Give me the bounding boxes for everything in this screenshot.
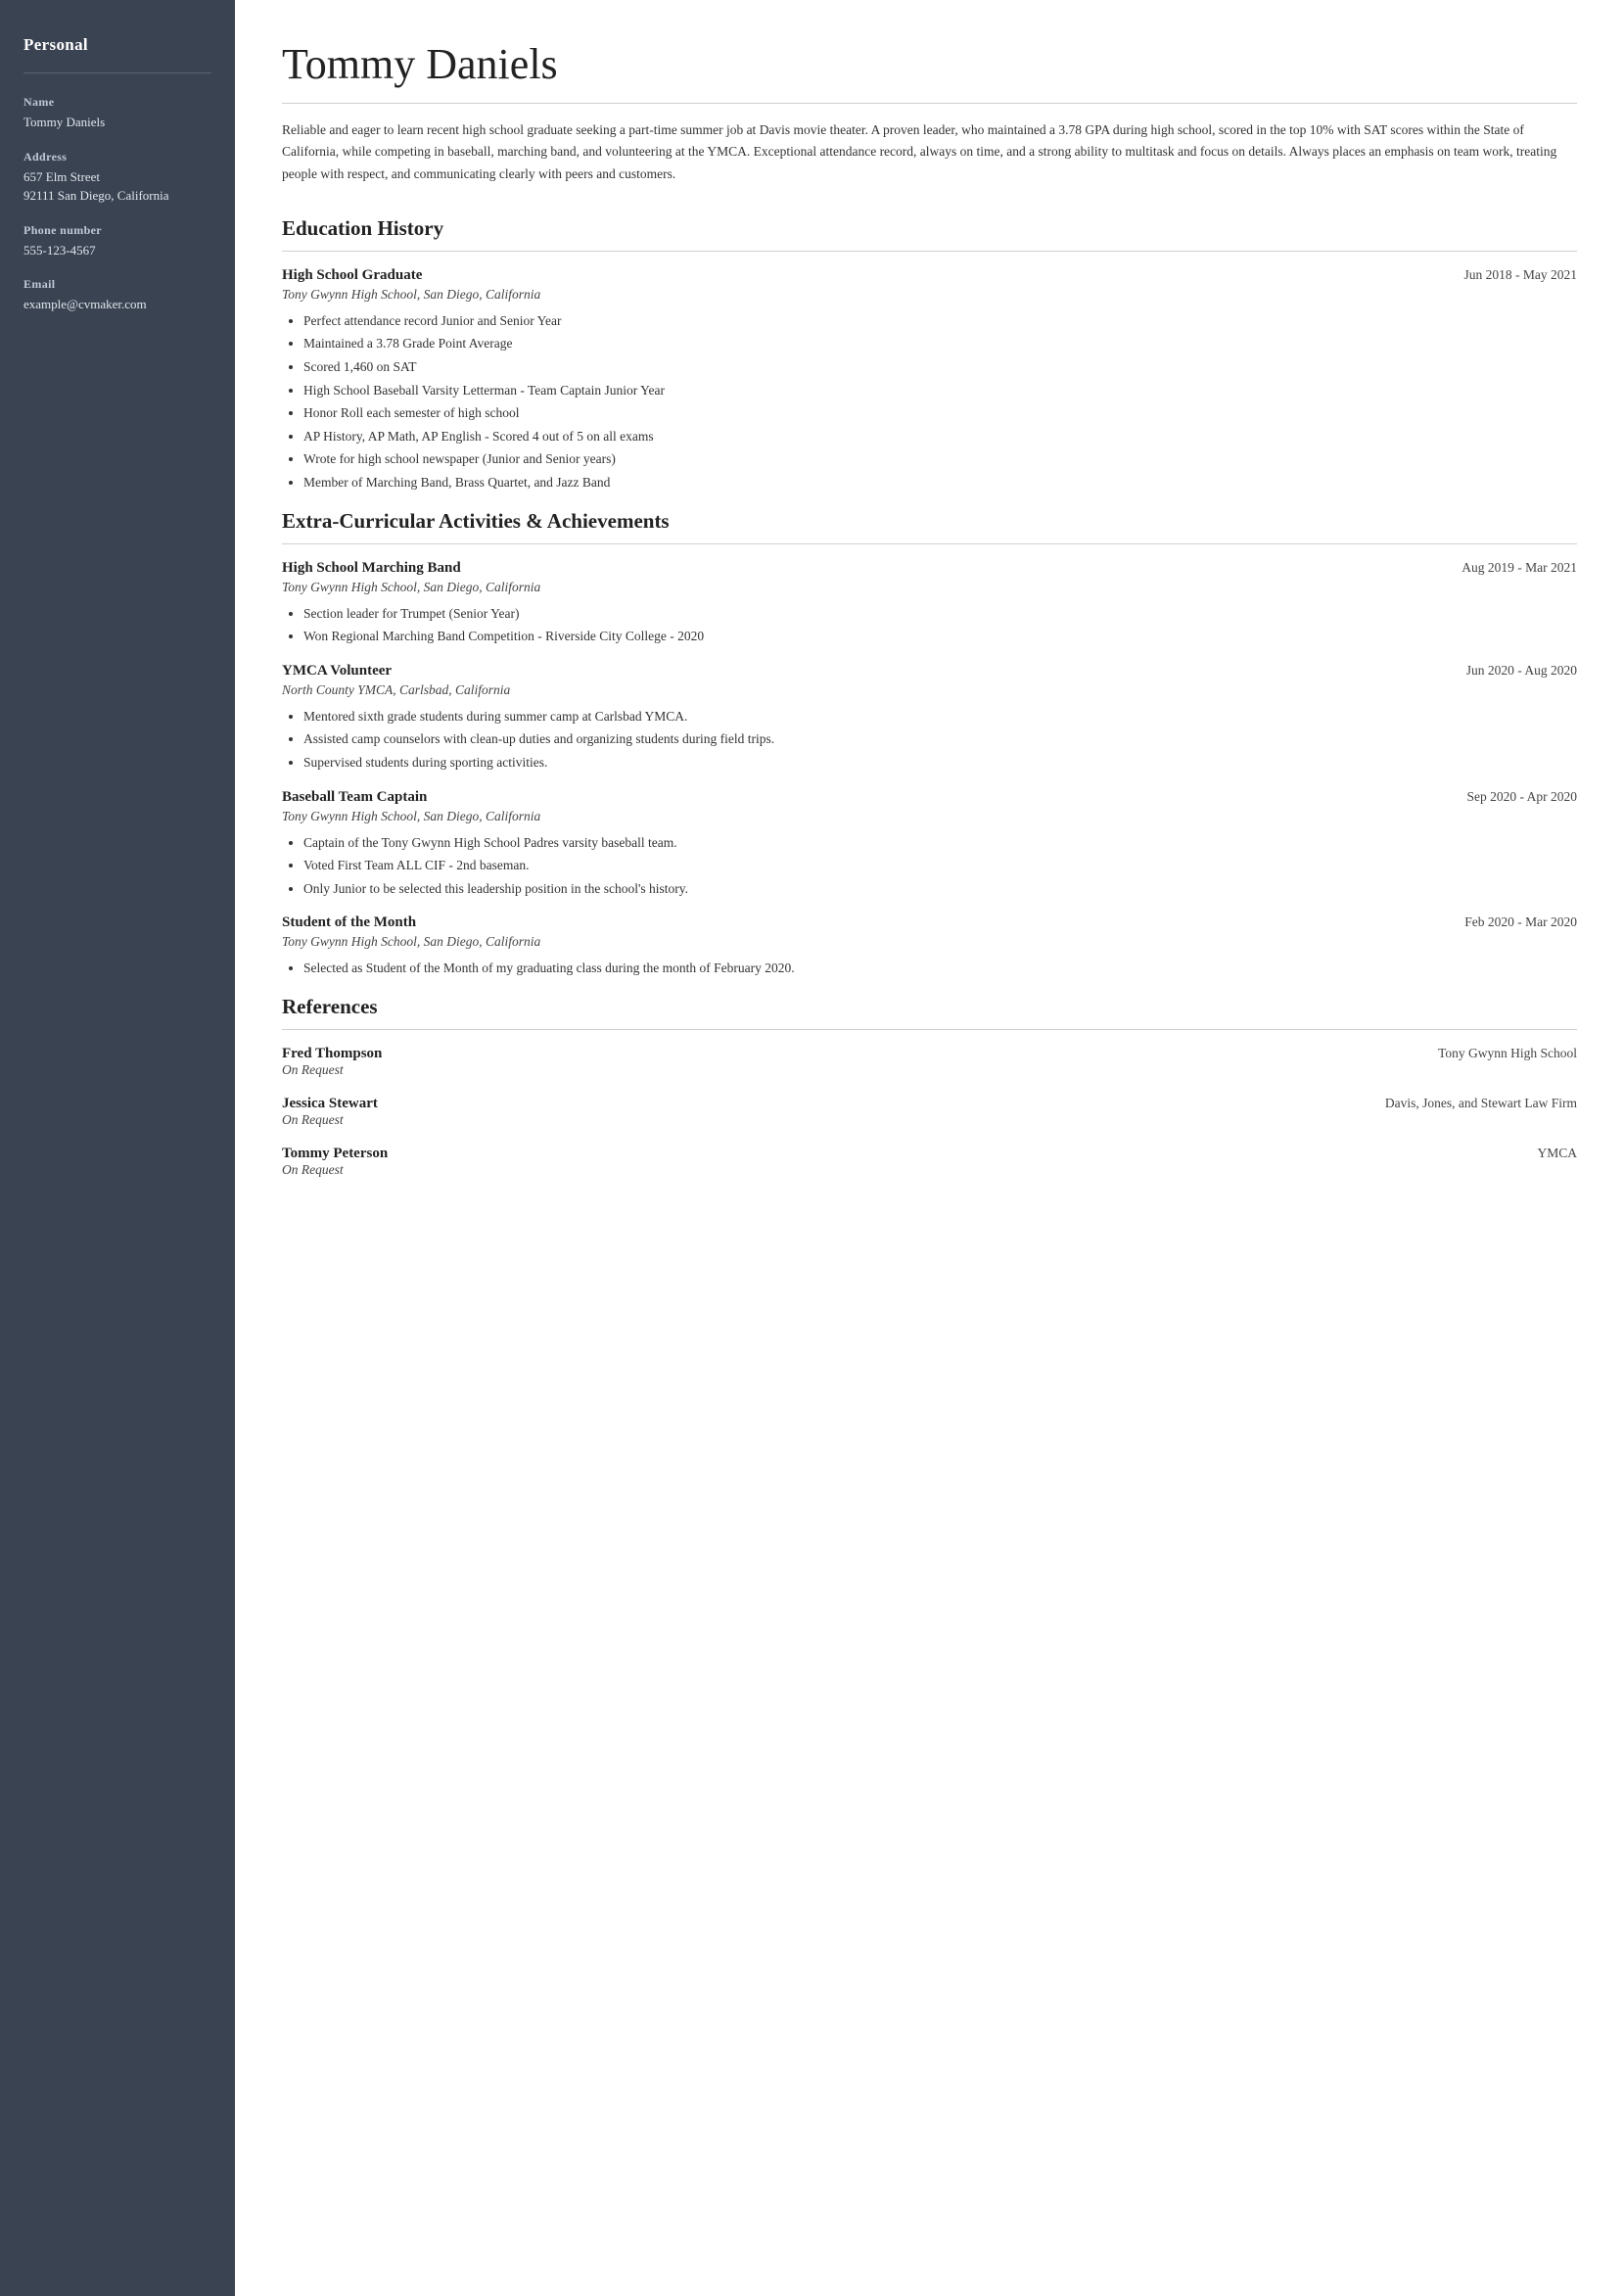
- activity-date-0: Aug 2019 - Mar 2021: [1462, 560, 1577, 576]
- activity-entry-1: YMCA Volunteer Jun 2020 - Aug 2020 North C…: [282, 663, 1577, 773]
- activity-bullets-2: Captain of the Tony Gwynn High School Pa…: [282, 832, 1577, 900]
- main-content: Tommy Daniels Reliable and eager to lear…: [235, 0, 1624, 2296]
- sidebar-label-2: Phone number: [23, 223, 211, 238]
- activity-bullet-2-1: Voted First Team ALL CIF - 2nd baseman.: [303, 855, 1577, 876]
- activity-date-1: Jun 2020 - Aug 2020: [1466, 663, 1577, 679]
- activity-bullets-3: Selected as Student of the Month of my g…: [282, 958, 1577, 979]
- activity-subtitle-2: Tony Gwynn High School, San Diego, Calif…: [282, 809, 1577, 824]
- sidebar-section-title: Personal: [23, 35, 211, 55]
- reference-name-0: Fred Thompson: [282, 1046, 382, 1062]
- education-bullets-0: Perfect attendance record Junior and Sen…: [282, 310, 1577, 493]
- activity-bullet-1-2: Supervised students during sporting acti…: [303, 752, 1577, 773]
- resume-name: Tommy Daniels: [282, 39, 1577, 89]
- sidebar-value-1: 657 Elm Street 92111 San Diego, Californ…: [23, 167, 211, 206]
- activity-subtitle-1: North County YMCA, Carlsbad, California: [282, 682, 1577, 698]
- reference-name-2: Tommy Peterson: [282, 1146, 388, 1162]
- education-bullet-0-1: Maintained a 3.78 Grade Point Average: [303, 333, 1577, 354]
- education-container: High School Graduate Jun 2018 - May 2021 T…: [282, 267, 1577, 493]
- activity-bullet-0-1: Won Regional Marching Band Competition -…: [303, 626, 1577, 647]
- references-container: Fred ThompsonOn RequestTony Gwynn High S…: [282, 1046, 1577, 1178]
- education-bullet-0-4: Honor Roll each semester of high school: [303, 402, 1577, 424]
- name-divider: [282, 103, 1577, 104]
- reference-entry-0: Fred ThompsonOn Request Tony Gwynn High S…: [282, 1046, 1577, 1078]
- sidebar-value-3: example@cvmaker.com: [23, 295, 211, 314]
- activity-title-3: Student of the Month: [282, 914, 416, 931]
- activity-title-0: High School Marching Band: [282, 560, 461, 577]
- reference-availability-0: On Request: [282, 1062, 382, 1078]
- activity-date-3: Feb 2020 - Mar 2020: [1464, 914, 1577, 930]
- education-entry-0: High School Graduate Jun 2018 - May 2021 T…: [282, 267, 1577, 493]
- reference-org-2: YMCA: [1537, 1146, 1577, 1161]
- reference-left-1: Jessica StewartOn Request: [282, 1096, 378, 1128]
- references-divider: [282, 1029, 1577, 1030]
- summary-text: Reliable and eager to learn recent high …: [282, 119, 1577, 185]
- reference-entry-1: Jessica StewartOn Request Davis, Jones, a…: [282, 1096, 1577, 1128]
- sidebar-divider: [23, 72, 211, 73]
- activities-container: High School Marching Band Aug 2019 - Mar …: [282, 560, 1577, 979]
- activity-title-2: Baseball Team Captain: [282, 789, 427, 806]
- education-subtitle-0: Tony Gwynn High School, San Diego, Calif…: [282, 287, 1577, 303]
- reference-left-0: Fred ThompsonOn Request: [282, 1046, 382, 1078]
- activity-date-2: Sep 2020 - Apr 2020: [1467, 789, 1578, 805]
- reference-org-0: Tony Gwynn High School: [1438, 1046, 1577, 1061]
- activity-subtitle-3: Tony Gwynn High School, San Diego, Calif…: [282, 934, 1577, 950]
- education-bullet-0-5: AP History, AP Math, AP English - Scored…: [303, 426, 1577, 447]
- activity-bullet-2-0: Captain of the Tony Gwynn High School Pa…: [303, 832, 1577, 854]
- reference-availability-2: On Request: [282, 1162, 388, 1178]
- activity-subtitle-0: Tony Gwynn High School, San Diego, Calif…: [282, 580, 1577, 595]
- sidebar-label-0: Name: [23, 95, 211, 110]
- education-date-0: Jun 2018 - May 2021: [1464, 267, 1578, 283]
- activity-bullet-1-1: Assisted camp counselors with clean-up d…: [303, 728, 1577, 750]
- activity-entry-2: Baseball Team Captain Sep 2020 - Apr 2020…: [282, 789, 1577, 900]
- activity-entry-0: High School Marching Band Aug 2019 - Mar …: [282, 560, 1577, 647]
- reference-entry-2: Tommy PetersonOn Request YMCA: [282, 1146, 1577, 1178]
- sidebar: Personal Name Tommy Daniels Address 657 Elm…: [0, 0, 235, 2296]
- education-section-title: Education History: [282, 216, 1577, 241]
- references-section-title: References: [282, 995, 1577, 1019]
- extracurricular-section-title: Extra-Curricular Activities & Achievemen…: [282, 509, 1577, 534]
- sidebar-label-1: Address: [23, 150, 211, 164]
- sidebar-label-3: Email: [23, 277, 211, 292]
- sidebar-value-0: Tommy Daniels: [23, 113, 211, 132]
- education-divider: [282, 251, 1577, 252]
- education-bullet-0-3: High School Baseball Varsity Letterman -…: [303, 380, 1577, 401]
- education-title-0: High School Graduate: [282, 267, 422, 284]
- activity-bullet-0-0: Section leader for Trumpet (Senior Year): [303, 603, 1577, 625]
- activity-bullets-0: Section leader for Trumpet (Senior Year)…: [282, 603, 1577, 647]
- extracurricular-divider: [282, 543, 1577, 544]
- reference-availability-1: On Request: [282, 1112, 378, 1128]
- education-bullet-0-0: Perfect attendance record Junior and Sen…: [303, 310, 1577, 332]
- activity-entry-3: Student of the Month Feb 2020 - Mar 2020 T…: [282, 914, 1577, 979]
- reference-left-2: Tommy PetersonOn Request: [282, 1146, 388, 1178]
- sidebar-value-2: 555-123-4567: [23, 241, 211, 260]
- activity-title-1: YMCA Volunteer: [282, 663, 392, 679]
- education-bullet-0-6: Wrote for high school newspaper (Junior …: [303, 448, 1577, 470]
- activity-bullet-3-0: Selected as Student of the Month of my g…: [303, 958, 1577, 979]
- education-bullet-0-2: Scored 1,460 on SAT: [303, 356, 1577, 378]
- activity-bullets-1: Mentored sixth grade students during sum…: [282, 706, 1577, 773]
- reference-name-1: Jessica Stewart: [282, 1096, 378, 1112]
- activity-bullet-1-0: Mentored sixth grade students during sum…: [303, 706, 1577, 727]
- education-bullet-0-7: Member of Marching Band, Brass Quartet, …: [303, 472, 1577, 493]
- reference-org-1: Davis, Jones, and Stewart Law Firm: [1385, 1096, 1577, 1111]
- activity-bullet-2-2: Only Junior to be selected this leadersh…: [303, 878, 1577, 900]
